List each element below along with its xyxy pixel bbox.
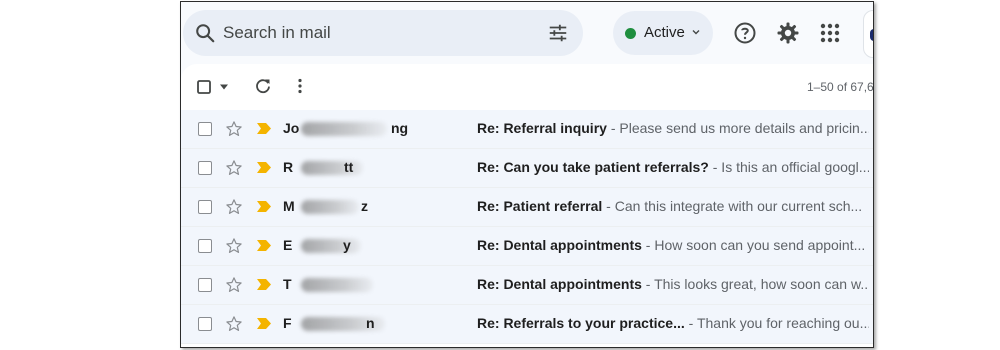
redaction-blur (301, 239, 361, 253)
gear-icon[interactable] (776, 21, 800, 45)
row-checkbox[interactable] (198, 278, 212, 292)
status-dropdown[interactable]: Active (613, 11, 713, 55)
row-checkbox[interactable] (198, 317, 212, 331)
redaction-blur (301, 278, 373, 292)
email-subject: Re: Referral inquiry (477, 120, 607, 136)
avatar-image (870, 29, 873, 41)
email-row[interactable]: M z Re: Patient referral - Can this inte… (181, 188, 873, 227)
email-row[interactable]: R tt Re: Can you take patient referrals?… (181, 149, 873, 188)
message-preview: Re: Patient referral - Can this integrat… (477, 198, 869, 214)
refresh-icon[interactable] (254, 77, 272, 95)
select-dropdown-icon[interactable] (219, 83, 229, 91)
email-snippet: - Is this an official googl... (708, 159, 869, 175)
redaction-blur (301, 122, 387, 136)
star-icon[interactable] (225, 120, 243, 138)
email-subject: Re: Can you take patient referrals? (477, 159, 709, 175)
row-checkbox[interactable] (198, 239, 212, 253)
email-row[interactable]: F n Re: Referrals to your practice... - … (181, 305, 873, 344)
message-preview: Re: Referral inquiry - Please send us mo… (477, 120, 869, 136)
email-subject: Re: Dental appointments (477, 276, 642, 292)
select-all-checkbox-icon[interactable] (197, 80, 211, 94)
important-marker-icon[interactable] (257, 279, 271, 290)
message-preview: Re: Dental appointments - How soon can y… (477, 237, 869, 253)
sender-name-end: n (366, 315, 375, 331)
message-preview: Re: Referrals to your practice... - Than… (477, 315, 869, 331)
list-toolbar: 1–50 of 67,6 (181, 64, 873, 110)
email-row[interactable]: E y Re: Dental appointments - How soon c… (181, 227, 873, 266)
star-icon[interactable] (225, 159, 243, 177)
sender-name: M (283, 198, 295, 214)
sender-name: T (283, 276, 292, 292)
star-icon[interactable] (225, 315, 243, 333)
status-label: Active (644, 24, 685, 41)
row-checkbox[interactable] (198, 161, 212, 175)
star-icon[interactable] (225, 276, 243, 294)
sender-name-end: y (343, 237, 351, 253)
search-bar[interactable]: Search in mail (183, 10, 583, 56)
status-dot-icon (625, 28, 636, 39)
pagination-count: 1–50 of 67,6 (807, 80, 874, 94)
email-subject: Re: Referrals to your practice... (477, 315, 685, 331)
sender-name-end: z (361, 198, 368, 214)
mail-list-panel: 1–50 of 67,6 Jo ng Re: Referral inquiry … (181, 64, 873, 347)
search-icon[interactable] (194, 22, 216, 44)
important-marker-icon[interactable] (257, 162, 271, 173)
email-row[interactable]: Jo ng Re: Referral inquiry - Please send… (181, 110, 873, 149)
account-avatar[interactable] (863, 10, 873, 58)
email-snippet: - Thank you for reaching ou... (684, 315, 869, 331)
star-icon[interactable] (225, 237, 243, 255)
email-snippet: - This looks great, how soon can w... (641, 276, 869, 292)
sender-name-end: ng (391, 120, 409, 136)
row-checkbox[interactable] (198, 200, 212, 214)
email-snippet: - How soon can you send appoint... (641, 237, 866, 253)
message-preview: Re: Dental appointments - This looks gre… (477, 276, 869, 292)
star-icon[interactable] (225, 198, 243, 216)
email-snippet: - Please send us more details and pricin… (606, 120, 869, 136)
important-marker-icon[interactable] (257, 123, 271, 134)
tune-icon[interactable] (547, 22, 569, 44)
more-vert-icon[interactable] (297, 78, 303, 94)
search-input[interactable]: Search in mail (223, 23, 331, 43)
email-subject: Re: Patient referral (477, 198, 603, 214)
gmail-window: Search in mail Active 1–50 of 67,6 Jo ng… (180, 1, 874, 348)
sender-name: R (283, 159, 294, 175)
help-icon[interactable] (733, 21, 757, 45)
redaction-blur (301, 161, 363, 175)
important-marker-icon[interactable] (257, 240, 271, 251)
important-marker-icon[interactable] (257, 201, 271, 212)
chevron-down-icon (692, 30, 700, 35)
row-checkbox[interactable] (198, 122, 212, 136)
message-preview: Re: Can you take patient referrals? - Is… (477, 159, 869, 175)
sender-name: Jo (283, 120, 300, 136)
sender-name-end: tt (344, 159, 354, 175)
sender-name: E (283, 237, 293, 253)
email-snippet: - Can this integrate with our current sc… (602, 198, 863, 214)
email-subject: Re: Dental appointments (477, 237, 642, 253)
redaction-blur (301, 200, 359, 214)
apps-grid-icon[interactable] (818, 21, 842, 45)
sender-name: F (283, 315, 292, 331)
email-row[interactable]: T Re: Dental appointments - This looks g… (181, 266, 873, 305)
important-marker-icon[interactable] (257, 318, 271, 329)
